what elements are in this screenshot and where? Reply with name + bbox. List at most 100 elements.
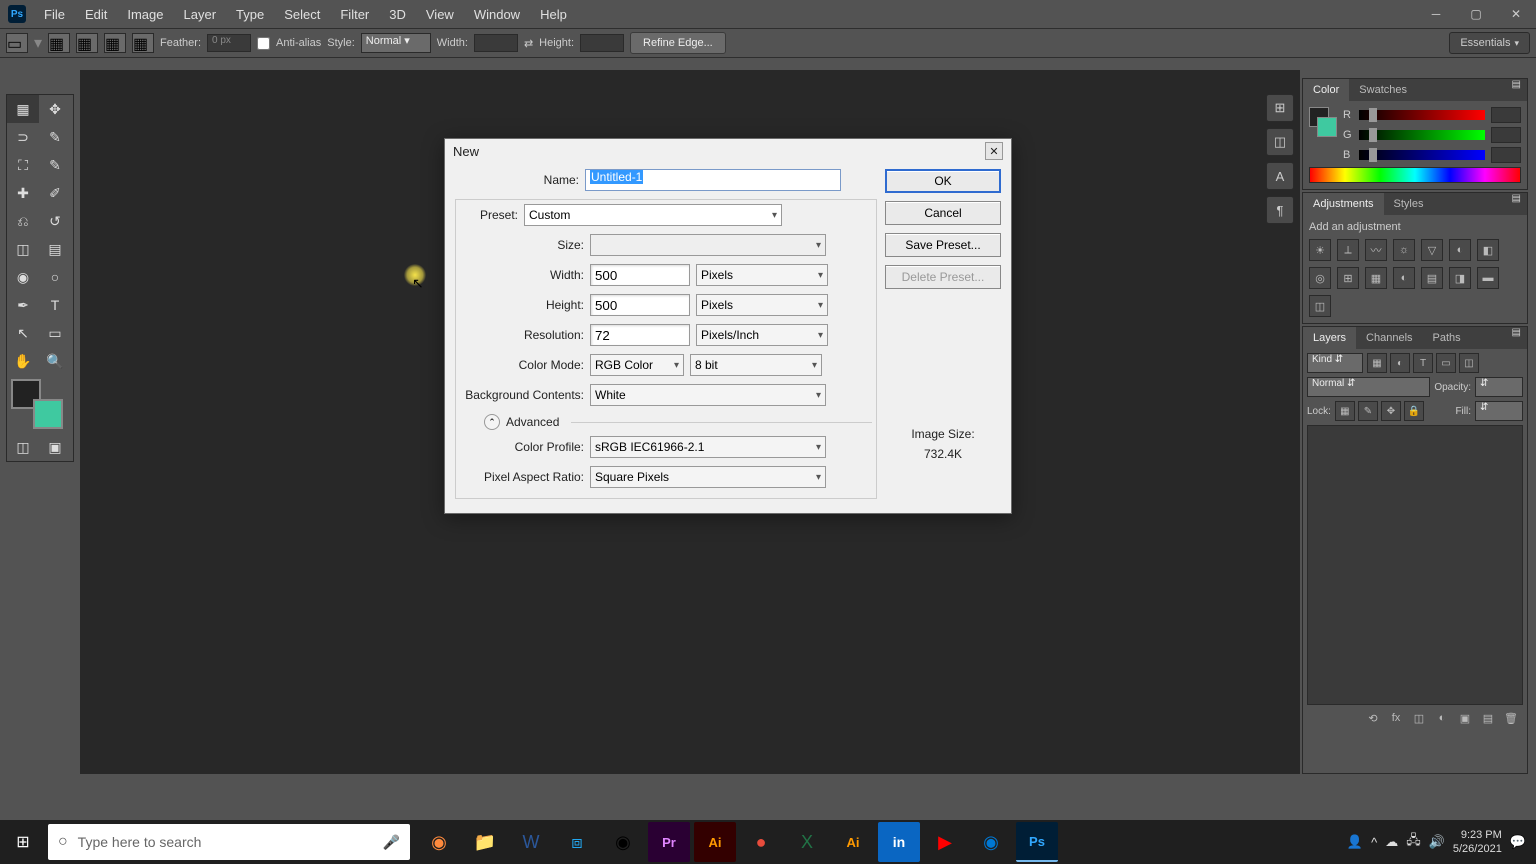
pixel-aspect-select[interactable]: Square Pixels xyxy=(590,466,826,488)
tray-clock[interactable]: 9:23 PM 5/26/2021 xyxy=(1453,828,1502,856)
name-input[interactable]: Untitled-1 xyxy=(585,169,841,191)
gradient-tool[interactable]: ▤ xyxy=(39,235,71,263)
blend-mode-select[interactable]: Normal ⇵ xyxy=(1307,377,1430,397)
refine-edge-button[interactable]: Refine Edge... xyxy=(630,32,726,54)
adj-vibrance-icon[interactable]: ▽ xyxy=(1421,239,1443,261)
tab-adjustments[interactable]: Adjustments xyxy=(1303,193,1384,215)
background-color[interactable] xyxy=(33,399,63,429)
mic-icon[interactable]: 🎤 xyxy=(383,834,400,851)
new-selection-icon[interactable]: ▦ xyxy=(48,33,70,53)
tray-cloud-icon[interactable]: ☁ xyxy=(1385,834,1398,850)
menu-window[interactable]: Window xyxy=(464,7,530,22)
subtract-selection-icon[interactable]: ▦ xyxy=(104,33,126,53)
cancel-button[interactable]: Cancel xyxy=(885,201,1001,225)
add-selection-icon[interactable]: ▦ xyxy=(76,33,98,53)
taskbar-illustrator2[interactable]: Ai xyxy=(832,822,874,862)
opacity-select[interactable]: ⇵ xyxy=(1475,377,1523,397)
color-mode-select[interactable]: RGB Color xyxy=(590,354,684,376)
tab-color[interactable]: Color xyxy=(1303,79,1349,101)
menu-image[interactable]: Image xyxy=(117,7,173,22)
adj-levels-icon[interactable]: ⟂ xyxy=(1337,239,1359,261)
dialog-close-button[interactable]: ✕ xyxy=(985,142,1003,160)
menu-view[interactable]: View xyxy=(416,7,464,22)
filter-kind-select[interactable]: Kind ⇵ xyxy=(1307,353,1363,373)
panel-menu-icon[interactable]: ▤ xyxy=(1506,327,1527,349)
lock-pixels-icon[interactable]: ✎ xyxy=(1358,401,1378,421)
color-depth-select[interactable]: 8 bit xyxy=(690,354,822,376)
tray-volume-icon[interactable]: 🔊 xyxy=(1429,834,1445,850)
adj-brightness-icon[interactable]: ☀ xyxy=(1309,239,1331,261)
dodge-tool[interactable]: ○ xyxy=(39,263,71,291)
layer-style-icon[interactable]: fx xyxy=(1386,709,1406,727)
panel-menu-icon[interactable]: ▤ xyxy=(1506,79,1527,101)
adj-selective-icon[interactable]: ◫ xyxy=(1309,295,1331,317)
taskbar-edge[interactable]: ◉ xyxy=(970,822,1012,862)
width-input[interactable] xyxy=(590,264,690,286)
adj-color-lookup-icon[interactable]: ▦ xyxy=(1365,267,1387,289)
g-slider[interactable] xyxy=(1359,130,1485,140)
tray-up-icon[interactable]: ^ xyxy=(1371,835,1377,850)
adj-photo-filter-icon[interactable]: ◎ xyxy=(1309,267,1331,289)
menu-file[interactable]: File xyxy=(34,7,75,22)
bg-contents-select[interactable]: White xyxy=(590,384,826,406)
taskbar-illustrator[interactable]: Ai xyxy=(694,822,736,862)
feather-input[interactable]: 0 px xyxy=(207,34,251,52)
filter-pixel-icon[interactable]: ▦ xyxy=(1367,353,1387,373)
taskbar-premiere[interactable]: Pr xyxy=(648,822,690,862)
height-input[interactable] xyxy=(590,294,690,316)
b-slider[interactable] xyxy=(1359,150,1485,160)
lock-all-icon[interactable]: 🔒 xyxy=(1404,401,1424,421)
menu-edit[interactable]: Edit xyxy=(75,7,117,22)
preset-select[interactable]: Custom xyxy=(524,204,782,226)
menu-select[interactable]: Select xyxy=(274,7,330,22)
style-select[interactable]: Normal ▾ xyxy=(361,33,431,53)
filter-shape-icon[interactable]: ▭ xyxy=(1436,353,1456,373)
height-unit-select[interactable]: Pixels xyxy=(696,294,828,316)
eraser-tool[interactable]: ◫ xyxy=(7,235,39,263)
taskbar-explorer[interactable]: 📁 xyxy=(464,822,506,862)
lock-position-icon[interactable]: ✥ xyxy=(1381,401,1401,421)
workspace-switcher[interactable]: Essentials xyxy=(1449,32,1530,54)
brush-tool[interactable]: ✐ xyxy=(39,179,71,207)
color-profile-select[interactable]: sRGB IEC61966-2.1 xyxy=(590,436,826,458)
move-tool[interactable]: ✥ xyxy=(39,95,71,123)
advanced-toggle[interactable]: ⌃ xyxy=(484,414,500,430)
b-value[interactable] xyxy=(1491,147,1521,163)
panel-menu-icon[interactable]: ▤ xyxy=(1506,193,1527,215)
dock-history-icon[interactable]: ⊞ xyxy=(1266,94,1294,122)
close-button[interactable]: ✕ xyxy=(1496,2,1536,26)
tab-styles[interactable]: Styles xyxy=(1384,193,1434,215)
zoom-tool[interactable]: 🔍 xyxy=(39,347,71,375)
color-swatches[interactable] xyxy=(11,379,69,429)
swap-icon[interactable]: ⇄ xyxy=(524,37,533,50)
link-layers-icon[interactable]: ⟲ xyxy=(1363,709,1383,727)
color-bg-swatch[interactable] xyxy=(1317,117,1337,137)
stamp-tool[interactable]: ⎌ xyxy=(7,207,39,235)
r-slider[interactable] xyxy=(1359,110,1485,120)
history-brush-tool[interactable]: ↺ xyxy=(39,207,71,235)
screen-mode-icon[interactable]: ▣ xyxy=(39,433,71,461)
resolution-unit-select[interactable]: Pixels/Inch xyxy=(696,324,828,346)
dock-paragraph-icon[interactable]: ¶ xyxy=(1266,196,1294,224)
taskbar-record[interactable]: ● xyxy=(740,822,782,862)
dock-character-icon[interactable]: A xyxy=(1266,162,1294,190)
blur-tool[interactable]: ◉ xyxy=(7,263,39,291)
intersect-selection-icon[interactable]: ▦ xyxy=(132,33,154,53)
dock-properties-icon[interactable]: ◫ xyxy=(1266,128,1294,156)
resolution-input[interactable] xyxy=(590,324,690,346)
adj-invert-icon[interactable]: ◐ xyxy=(1393,267,1415,289)
tray-notifications-icon[interactable]: 💬 xyxy=(1510,834,1526,850)
r-value[interactable] xyxy=(1491,107,1521,123)
healing-tool[interactable]: ✚ xyxy=(7,179,39,207)
taskbar-youtube[interactable]: ▶ xyxy=(924,822,966,862)
start-button[interactable]: ⊞ xyxy=(0,820,46,864)
tab-paths[interactable]: Paths xyxy=(1423,327,1471,349)
menu-type[interactable]: Type xyxy=(226,7,274,22)
menu-help[interactable]: Help xyxy=(530,7,577,22)
taskbar-excel[interactable]: X xyxy=(786,822,828,862)
tab-channels[interactable]: Channels xyxy=(1356,327,1422,349)
taskbar-linkedin[interactable]: in xyxy=(878,822,920,862)
new-group-icon[interactable]: ▣ xyxy=(1455,709,1475,727)
crop-tool[interactable]: ⛶ xyxy=(7,151,39,179)
lasso-tool[interactable]: ⊃ xyxy=(7,123,39,151)
